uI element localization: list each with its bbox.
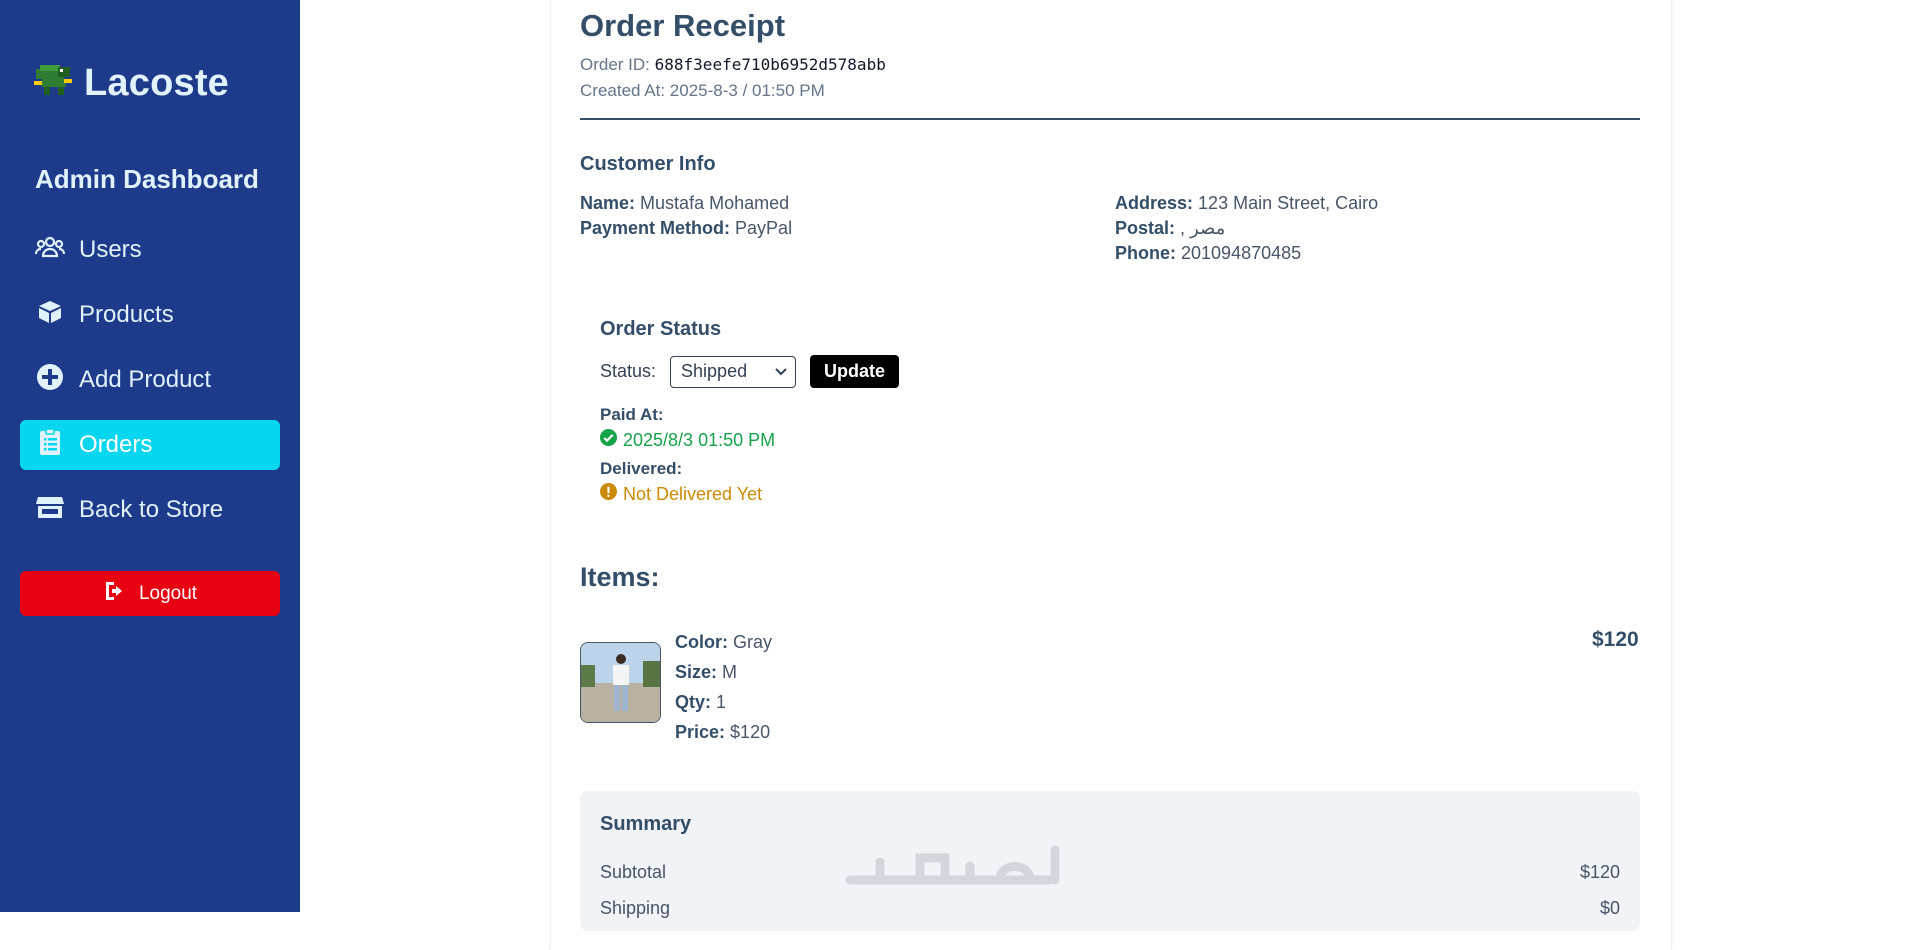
order-status-heading: Order Status	[600, 318, 722, 340]
sidebar-item-orders[interactable]: Orders	[20, 420, 280, 470]
sidebar-item-label: Back to Store	[79, 496, 224, 523]
items-heading: Items:	[580, 562, 660, 592]
sidebar-item-add-product[interactable]: Add Product	[20, 355, 280, 405]
delivered-label: Delivered:	[600, 459, 683, 478]
price-label: Price:	[675, 722, 726, 742]
update-button[interactable]: Update	[810, 355, 900, 388]
address-label: Address:	[1115, 193, 1194, 213]
payment-method: PayPal	[735, 218, 793, 238]
header-divider	[580, 118, 1640, 120]
sidebar-item-label: Products	[79, 301, 174, 328]
customer-postal: , مصر	[1180, 218, 1226, 238]
customer-info-left: Name: Mustafa Mohamed Payment Method: Pa…	[580, 191, 792, 241]
logout-button[interactable]: Logout	[20, 571, 280, 616]
item-total: $120	[1592, 628, 1639, 651]
name-label: Name:	[580, 193, 636, 213]
subtotal-row: Subtotal $120	[600, 862, 1620, 883]
item-qty: 1	[716, 692, 727, 712]
exclamation-circle-icon	[600, 483, 617, 505]
size-label: Size:	[675, 662, 718, 682]
product-thumbnail[interactable]	[580, 642, 661, 723]
shipping-row: Shipping $0	[600, 898, 1620, 919]
order-id-label: Order ID:	[580, 55, 650, 74]
shipping-value: $0	[1599, 898, 1620, 918]
crocodile-logo-icon	[34, 63, 74, 104]
phone-label: Phone:	[1115, 243, 1176, 263]
postal-label: Postal:	[1115, 218, 1176, 238]
order-id-value: 688f3eefe710b6952d578abb	[654, 55, 886, 74]
created-at-value: 2025-8-3 / 01:50 PM	[669, 81, 825, 100]
status-label: Status:	[600, 361, 657, 381]
color-label: Color:	[675, 632, 728, 652]
delivered-value: Not Delivered Yet	[623, 483, 763, 504]
subtotal-label: Subtotal	[600, 862, 667, 882]
item-color: Gray	[733, 632, 773, 652]
delivered-row: Not Delivered Yet	[600, 483, 775, 505]
status-selected-value: Shipped	[681, 361, 748, 381]
customer-info-heading: Customer Info	[580, 153, 716, 175]
status-row: Status: Shipped Update	[600, 355, 900, 388]
logout-label: Logout	[138, 582, 198, 604]
created-at-line: Created At: 2025-8-3 / 01:50 PM	[580, 81, 825, 101]
summary-panel: Summary Subtotal $120 Shipping $0	[580, 791, 1640, 931]
customer-address: 123 Main Street, Cairo	[1198, 193, 1379, 213]
shipping-label: Shipping	[600, 898, 671, 918]
qty-label: Qty:	[675, 692, 711, 712]
payment-delivery-status: Paid At: 2025/8/3 01:50 PM Delivered: No…	[600, 405, 775, 505]
item-price: $120	[730, 722, 771, 742]
item-details: Color: Gray Size: M Qty: 1 Price: $120	[675, 627, 772, 747]
check-circle-icon	[600, 429, 617, 451]
created-at-label: Created At:	[580, 81, 666, 100]
sidebar-item-back-to-store[interactable]: Back to Store	[20, 485, 280, 535]
store-icon	[35, 492, 65, 529]
plus-circle-icon	[35, 362, 65, 399]
paid-at-value: 2025/8/3 01:50 PM	[623, 429, 776, 450]
sidebar-item-label: Orders	[79, 431, 153, 458]
page-title: Order Receipt	[580, 8, 786, 43]
paid-at-label: Paid At:	[600, 405, 664, 424]
customer-phone: 201094870485	[1181, 243, 1302, 263]
sidebar-item-users[interactable]: Users	[20, 225, 280, 275]
sidebar: Lacoste Admin Dashboard Users Products A…	[0, 0, 300, 912]
sidebar-item-label: Add Product	[79, 366, 212, 393]
order-id-line: Order ID: 688f3eefe710b6952d578abb	[580, 55, 886, 75]
sidebar-nav: Users Products Add Product Orders Back t…	[20, 225, 280, 550]
payment-label: Payment Method:	[580, 218, 731, 238]
status-select[interactable]: Shipped	[670, 355, 797, 388]
customer-info-right: Address: 123 Main Street, Cairo Postal: …	[1115, 191, 1378, 266]
box-icon	[35, 297, 65, 334]
sidebar-item-products[interactable]: Products	[20, 290, 280, 340]
chevron-down-icon	[775, 361, 787, 382]
brand-name: Lacoste	[84, 62, 230, 104]
watermark-logo	[840, 835, 1080, 900]
sign-out-icon	[103, 579, 127, 609]
customer-name: Mustafa Mohamed	[640, 193, 790, 213]
subtotal-value: $120	[1579, 862, 1620, 882]
sidebar-item-label: Users	[79, 236, 142, 263]
users-icon	[34, 232, 66, 269]
clipboard-list-icon	[35, 427, 65, 464]
paid-at-row: 2025/8/3 01:50 PM	[600, 429, 775, 451]
item-size: M	[722, 662, 738, 682]
dashboard-title: Admin Dashboard	[35, 164, 259, 194]
brand[interactable]: Lacoste	[34, 62, 229, 105]
summary-heading: Summary	[600, 813, 692, 835]
